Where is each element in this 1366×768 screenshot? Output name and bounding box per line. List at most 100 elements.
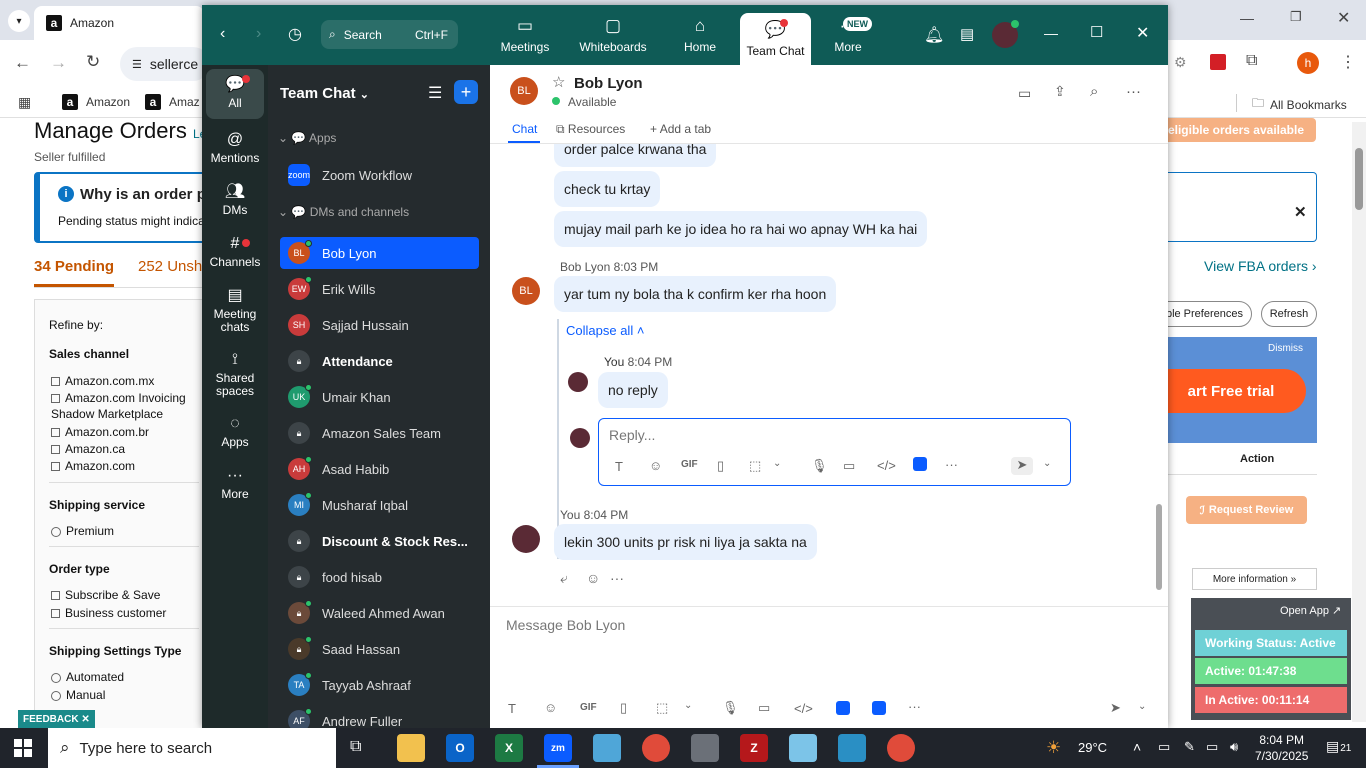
tab-unshipped[interactable]: 252 Unshi [138,258,206,275]
contact-name[interactable]: Bob Lyon [574,75,643,92]
channel-option[interactable]: Amazon.com Invoicing [51,391,186,405]
star-icon[interactable]: ☆ [552,73,565,91]
battery-icon[interactable]: ▭ [1158,739,1170,755]
chevron-down-icon[interactable]: ⌄ [1138,701,1146,712]
tab-pending[interactable]: 34 Pending [34,258,114,275]
checkbox-icon[interactable] [51,394,60,404]
volume-icon[interactable]: 🔊︎ [1230,739,1238,755]
checkbox-icon[interactable] [51,591,60,601]
forward-icon[interactable]: › [256,25,261,43]
screenshot-icon[interactable]: ⬚ [749,458,761,474]
chevron-down-icon[interactable]: ⌄ [1043,458,1051,469]
section-dms[interactable]: ⌄ 💬 DMs and channels [278,205,409,219]
share-screen-icon[interactable]: ⇪ [1054,83,1066,100]
puzzle-extensions-icon[interactable]: ⧉ [1246,52,1257,70]
all-bookmarks-button[interactable]: 🗀 All Bookmarks [1252,94,1347,115]
chevron-down-icon[interactable]: ⌄ [684,700,692,711]
collapse-all-link[interactable]: Collapse all ˄ [566,323,644,338]
tab-resources[interactable]: ⧉ Resources [556,122,625,137]
list-title[interactable]: Team Chat ⌄ [280,85,369,102]
video-message-icon[interactable]: ▭ [843,458,855,474]
view-fba-link[interactable]: View FBA orders › [1204,258,1317,274]
premium-option[interactable]: Premium [51,524,114,538]
tab-add[interactable]: + Add a tab [650,122,711,136]
forward-arrow-icon[interactable]: → [50,53,67,73]
code-icon[interactable]: </> [877,458,896,473]
contact-item[interactable]: TA Tayyab Ashraaf [280,669,479,701]
contact-item[interactable]: 🔒︎ Discount & Stock Res... [280,525,479,557]
add-reaction-icon[interactable]: ☺ [586,570,600,586]
open-app-button[interactable]: Open App ↗ [1280,604,1341,617]
tab-chat[interactable]: Chat [512,122,537,136]
calendar-icon[interactable]: ▤ [960,25,974,43]
browser-tab[interactable]: a Amazon [34,6,204,40]
app-icon[interactable] [836,701,850,715]
more-options-icon[interactable]: ··· [908,699,921,714]
more-options-icon[interactable]: ··· [945,457,958,472]
channel-option[interactable]: Amazon.com.br [51,425,149,439]
message-bubble[interactable]: mujay mail parh ke jo idea ho ra hai wo … [554,211,928,247]
contact-item[interactable]: 🔒︎ Waleed Ahmed Awan [280,597,479,629]
close-icon[interactable]: ✕ [1136,23,1149,43]
user-avatar[interactable] [570,428,590,448]
pen-icon[interactable]: ✎ [1184,739,1195,755]
contact-item[interactable]: 🔒︎ Amazon Sales Team [280,417,479,449]
profile-avatar[interactable]: h [1297,52,1319,74]
format-text-icon[interactable]: T [615,459,623,474]
calculator-icon[interactable] [691,734,719,762]
app-icon-cube[interactable] [838,734,866,762]
filter-icon[interactable]: ☰ [428,83,442,103]
network-icon[interactable]: ▭ [1206,739,1218,755]
radio-icon[interactable] [51,526,61,537]
notes-icon[interactable] [789,734,817,762]
nav-home[interactable]: ⌂ Home [672,5,728,65]
rail-apps[interactable]: ◌ Apps [206,416,264,449]
contact-item[interactable]: 🔒︎ Saad Hassan [280,633,479,665]
taskbar-search[interactable]: ⌕ Type here to search [48,728,336,768]
chevron-down-icon[interactable]: ⌄ [773,458,781,469]
close-alert-icon[interactable]: ✕ [1294,203,1307,221]
address-bar[interactable]: ☰ sellerce [120,47,210,81]
list-item-zoom-workflow[interactable]: zoom Zoom Workflow [280,159,479,191]
checkbox-icon[interactable] [51,609,60,619]
sender-avatar[interactable]: BL [512,277,540,305]
excel-icon[interactable]: X [495,734,523,762]
rail-all[interactable]: 💬 All [206,69,264,119]
window-restore-icon[interactable]: ❐ [1290,9,1302,25]
settings-option[interactable]: Manual [51,688,105,702]
rail-more[interactable]: ··· More [206,468,264,501]
emoji-icon[interactable]: ☺ [544,700,557,715]
channel-option[interactable]: Amazon.com.mx [51,374,154,388]
reload-icon[interactable]: ↻ [86,52,100,72]
extension-icon[interactable]: ⚙ [1174,54,1187,71]
dismiss-link[interactable]: Dismiss [1268,343,1303,354]
chat-scrollbar[interactable] [1156,504,1162,590]
file-icon[interactable]: ▯ [620,700,627,716]
bookmark-amazon-1[interactable]: a Amazon [62,94,130,110]
channel-option[interactable]: Amazon.ca [51,442,125,456]
rail-dms[interactable]: 👥︎ DMs [206,184,264,217]
window-close-icon[interactable]: ✕ [1337,8,1350,28]
chrome-icon[interactable] [642,734,670,762]
scrollbar-thumb[interactable] [1355,148,1363,210]
reply-input[interactable]: Reply... [609,427,655,443]
chrome-icon-2[interactable] [887,734,915,762]
send-icon[interactable]: ➤ [1110,700,1121,716]
settings-option[interactable]: Automated [51,670,124,684]
temperature[interactable]: 29°C [1078,740,1107,755]
contact-item[interactable]: MI Musharaf Iqbal [280,489,479,521]
order-type-option[interactable]: Business customer [51,606,166,620]
rail-meeting-chats[interactable]: ▤ Meeting chats [206,288,264,334]
user-avatar[interactable] [992,20,1019,48]
chat-more-icon[interactable]: ··· [1126,83,1141,100]
video-call-icon[interactable]: ▭ [1018,85,1031,102]
bookmark-amazon-2[interactable]: a Amaz [145,94,200,110]
pdf-extension-icon[interactable] [1210,54,1226,70]
free-trial-button[interactable]: art Free trial [1156,369,1306,413]
gif-icon[interactable]: GIF [580,702,597,713]
radio-icon[interactable] [51,690,61,701]
file-explorer-icon[interactable] [397,734,425,762]
send-icon[interactable]: ➤ [1011,457,1033,475]
microphone-icon[interactable]: 🎙︎ [811,458,828,474]
minimize-icon[interactable]: — [1044,25,1058,41]
